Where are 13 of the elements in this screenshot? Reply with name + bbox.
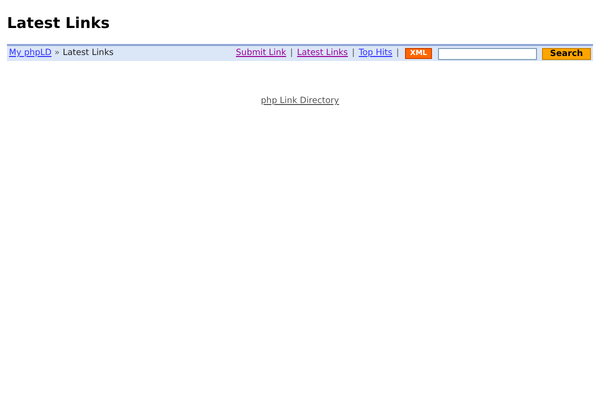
page-title: Latest Links <box>7 13 111 34</box>
breadcrumb-link[interactable]: My phpLD <box>9 47 52 60</box>
search-field[interactable] <box>438 48 537 60</box>
nav-link[interactable]: Submit Link <box>236 47 286 60</box>
breadcrumb-current: Latest Links <box>62 47 114 60</box>
breadcrumb-separator: » <box>54 47 60 60</box>
link-divider: | <box>396 47 400 60</box>
nav-link[interactable]: Top Hits <box>358 47 392 60</box>
link-divider: | <box>290 47 294 60</box>
link-divider: | <box>352 47 355 60</box>
nav-link[interactable]: Latest Links <box>297 47 348 60</box>
search-button[interactable]: Search <box>542 48 591 60</box>
footer-link[interactable]: php Link Directory <box>260 95 340 108</box>
